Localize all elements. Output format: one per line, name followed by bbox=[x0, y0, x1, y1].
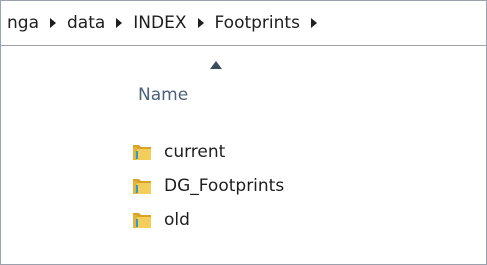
name-column-label: Name bbox=[138, 85, 189, 105]
folder-icon bbox=[131, 210, 153, 230]
chevron-right-icon[interactable] bbox=[191, 13, 211, 33]
file-list: current DG_Footprints old bbox=[131, 135, 284, 237]
list-item[interactable]: current bbox=[131, 135, 284, 169]
list-item[interactable]: DG_Footprints bbox=[131, 169, 284, 203]
breadcrumb-item-index[interactable]: INDEX bbox=[129, 13, 190, 33]
file-name: DG_Footprints bbox=[164, 176, 285, 196]
chevron-right-icon[interactable] bbox=[43, 13, 63, 33]
sort-ascending-icon bbox=[210, 61, 222, 69]
chevron-right-icon[interactable] bbox=[304, 13, 324, 33]
folder-icon bbox=[131, 142, 153, 162]
chevron-right-icon[interactable] bbox=[109, 13, 129, 33]
file-name: current bbox=[164, 142, 226, 162]
breadcrumb-item-footprints[interactable]: Footprints bbox=[211, 13, 304, 33]
name-column-header[interactable]: Name bbox=[101, 45, 486, 125]
breadcrumb-item-data[interactable]: data bbox=[63, 13, 109, 33]
folder-icon bbox=[131, 176, 153, 196]
file-name: old bbox=[164, 210, 190, 230]
explorer-window: nga data INDEX Footprints Name current D… bbox=[0, 0, 487, 265]
list-item[interactable]: old bbox=[131, 203, 284, 237]
breadcrumb-item-nga[interactable]: nga bbox=[1, 13, 43, 33]
breadcrumb: nga data INDEX Footprints bbox=[1, 1, 486, 46]
